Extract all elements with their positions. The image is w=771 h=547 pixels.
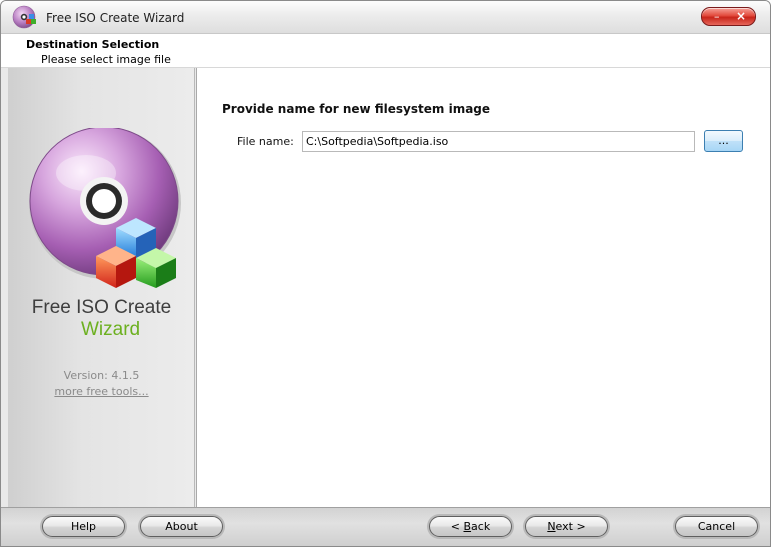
app-disc-icon	[12, 5, 36, 29]
page-subtitle: Please select image file	[41, 53, 171, 66]
version-label: Version: 4.1.5	[63, 369, 140, 382]
next-accelerator: N	[547, 520, 556, 533]
main-content: Provide name for new filesystem image Fi…	[196, 68, 770, 507]
product-name-wizard: Wizard	[81, 319, 141, 340]
back-button[interactable]: < Back	[429, 516, 512, 537]
product-name: Free ISO Create	[31, 297, 172, 318]
cancel-button[interactable]: Cancel	[675, 516, 758, 537]
close-icon: ×	[736, 9, 747, 23]
title-bar[interactable]: Free ISO Create Wizard – ×	[1, 1, 770, 34]
page-header: Destination Selection Please select imag…	[1, 34, 770, 68]
back-prefix: <	[450, 520, 464, 533]
file-name-input[interactable]	[302, 131, 695, 152]
next-button[interactable]: Next >	[525, 516, 608, 537]
sidebar: Free ISO Create Wizard Version: 4.1.5 mo…	[8, 68, 195, 507]
button-bar: Help About < Back Next > Cancel	[1, 507, 770, 546]
next-label-rest: ext >	[555, 520, 586, 533]
more-tools-link[interactable]: more free tools...	[8, 385, 195, 398]
disc-with-cubes-icon	[29, 128, 181, 288]
wizard-window: Free ISO Create Wizard – × Destination S…	[0, 0, 771, 547]
close-button[interactable]: – ×	[701, 7, 756, 26]
section-heading: Provide name for new filesystem image	[222, 102, 491, 116]
back-accelerator: B	[463, 520, 472, 533]
browse-button[interactable]: ...	[704, 130, 743, 152]
about-button[interactable]: About	[140, 516, 223, 537]
back-label-rest: ack	[471, 520, 491, 533]
file-name-label: File name:	[237, 135, 294, 148]
help-button[interactable]: Help	[42, 516, 125, 537]
minimize-icon: –	[714, 10, 720, 23]
window-title: Free ISO Create Wizard	[46, 11, 185, 25]
page-title: Destination Selection	[26, 38, 160, 51]
